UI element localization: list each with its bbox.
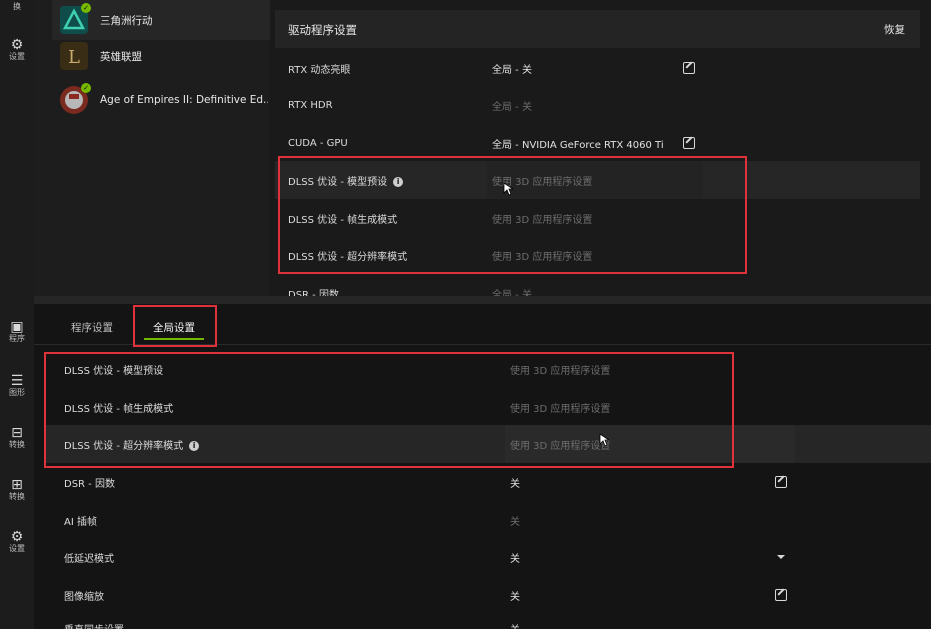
rail-item-settings[interactable]: ⚙ 设置 bbox=[0, 38, 34, 62]
highlight-box bbox=[44, 352, 734, 468]
setting-row[interactable]: RTX HDR 全局 - 关 bbox=[275, 86, 920, 124]
mouse-cursor-icon bbox=[503, 182, 513, 196]
setting-row[interactable]: AI 插帧 关 bbox=[44, 501, 931, 539]
setting-name: RTX 动态亮眼 bbox=[288, 64, 351, 76]
setting-value: 关 bbox=[510, 591, 520, 603]
game-name: Age of Empires II: Definitive Ed... bbox=[100, 94, 268, 106]
edit-icon[interactable] bbox=[775, 476, 787, 488]
driver-settings-header bbox=[275, 10, 920, 48]
setting-row[interactable]: DSR - 因数 全局 - 关 bbox=[275, 274, 920, 296]
mouse-cursor-icon bbox=[599, 433, 609, 447]
setting-name: 低延迟模式 bbox=[64, 553, 114, 565]
age-of-empires-icon: ✓ bbox=[60, 83, 91, 114]
installed-check-icon: ✓ bbox=[81, 83, 91, 93]
game-item[interactable]: ✓ 三角洲行动 bbox=[52, 0, 270, 40]
edit-icon[interactable] bbox=[775, 589, 787, 601]
driver-settings-title: 驱动程序设置 bbox=[288, 23, 357, 37]
setting-row[interactable]: 低延迟模式 关 bbox=[44, 538, 931, 576]
setting-value: 全局 - NVIDIA GeForce RTX 4060 Ti bbox=[492, 139, 664, 151]
setting-row[interactable]: 垂直同步设置 关 bbox=[44, 614, 931, 629]
rail-item-graphics[interactable]: ☰ 图形 bbox=[0, 374, 34, 398]
installed-check-icon: ✓ bbox=[81, 3, 91, 13]
rail-item-label: 设置 bbox=[9, 544, 25, 553]
edit-icon[interactable] bbox=[683, 137, 695, 149]
highlight-box bbox=[133, 305, 217, 347]
gear-icon: ⚙ bbox=[10, 37, 24, 53]
setting-name: 垂直同步设置 bbox=[64, 621, 124, 629]
setting-name: DSR - 因数 bbox=[64, 478, 115, 490]
rail-item-convert[interactable]: ⊟ 转换 bbox=[0, 426, 34, 450]
setting-value: 全局 - 关 bbox=[492, 290, 532, 296]
panel-divider bbox=[34, 296, 931, 304]
rail-item-settings-2[interactable]: ⚙ 设置 bbox=[0, 530, 34, 554]
rail-item-label: 图形 bbox=[9, 388, 25, 397]
rail-item-swap[interactable]: 换 bbox=[0, 2, 34, 12]
setting-value: 关 bbox=[510, 516, 520, 528]
left-nav-rail: 换 ⚙ 设置 ▣ 程序 ☰ 图形 ⊟ 转换 ⊞ 转换 ⚙ 设置 bbox=[0, 0, 34, 629]
delta-force-icon: ✓ bbox=[60, 3, 91, 34]
highlight-box bbox=[278, 156, 747, 274]
league-of-legends-icon: L bbox=[60, 42, 88, 70]
rail-item-label: 转换 bbox=[9, 492, 25, 501]
graphics-icon: ☰ bbox=[10, 373, 24, 389]
setting-name: 图像缩放 bbox=[64, 591, 104, 603]
game-item[interactable]: L 英雄联盟 bbox=[52, 36, 270, 76]
game-item[interactable]: ✓ Age of Empires II: Definitive Ed... bbox=[52, 80, 270, 120]
setting-row[interactable]: DSR - 因数 关 bbox=[44, 463, 931, 501]
setting-value: 关 bbox=[510, 621, 520, 629]
setting-row[interactable]: RTX 动态亮眼 全局 - 关 bbox=[275, 49, 920, 87]
rail-item-label: 换 bbox=[13, 2, 21, 11]
gear-icon: ⚙ bbox=[10, 529, 24, 545]
convert-icon: ⊟ bbox=[11, 425, 23, 441]
program-icon: ▣ bbox=[10, 319, 24, 335]
rail-item-label: 设置 bbox=[9, 52, 25, 61]
restore-button[interactable]: 恢复 bbox=[884, 22, 905, 37]
game-name: 三角洲行动 bbox=[100, 14, 153, 27]
tab-program-settings[interactable]: 程序设置 bbox=[60, 310, 124, 344]
setting-name: CUDA - GPU bbox=[288, 137, 348, 149]
rail-item-gift[interactable]: ⊞ 转换 bbox=[0, 478, 34, 502]
setting-value: 关 bbox=[510, 478, 520, 490]
chevron-down-icon[interactable] bbox=[777, 555, 785, 559]
rail-item-label: 程序 bbox=[9, 334, 25, 343]
setting-name: DSR - 因数 bbox=[288, 290, 339, 296]
edit-icon[interactable] bbox=[683, 62, 695, 74]
setting-row[interactable]: 图像缩放 关 bbox=[44, 576, 931, 614]
setting-value: 全局 - 关 bbox=[492, 101, 532, 113]
game-name: 英雄联盟 bbox=[100, 50, 142, 63]
rail-item-programs[interactable]: ▣ 程序 bbox=[0, 320, 34, 344]
svg-text:L: L bbox=[68, 47, 80, 68]
setting-name: RTX HDR bbox=[288, 99, 333, 111]
setting-value: 关 bbox=[510, 553, 520, 565]
rail-item-label: 转换 bbox=[9, 440, 25, 449]
setting-value: 全局 - 关 bbox=[492, 64, 532, 76]
tab-label: 程序设置 bbox=[71, 321, 113, 334]
setting-name: AI 插帧 bbox=[64, 516, 97, 528]
gift-icon: ⊞ bbox=[11, 477, 23, 493]
